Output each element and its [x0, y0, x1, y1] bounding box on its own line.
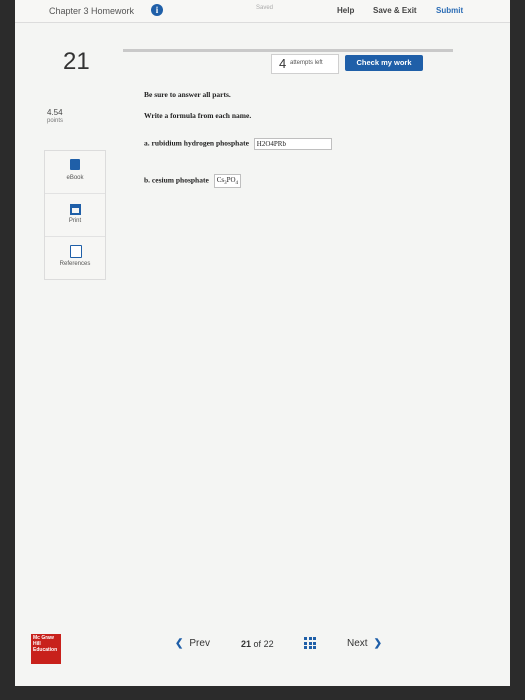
prompt-text: Write a formula from each name. [144, 111, 252, 120]
part-a-answer-field[interactable]: H2O4PRb [253, 138, 332, 150]
instruction-text: Be sure to answer all parts. [144, 90, 231, 99]
submit-button[interactable]: Submit [436, 6, 463, 15]
points-label: points [47, 118, 64, 124]
prev-label: Prev [189, 638, 210, 649]
attempts-label: attempts left [290, 60, 323, 66]
part-b: b. cesium phosphate Cs3PO4 [144, 174, 242, 188]
save-exit-button[interactable]: Save & Exit [373, 6, 417, 15]
page-of: of [253, 639, 262, 649]
sidebar-item-label: Print [68, 218, 82, 224]
sidebar-item-print[interactable]: Print [45, 194, 105, 237]
prev-button[interactable]: ❮ Prev [175, 638, 210, 649]
page-current: 21 [241, 639, 252, 649]
part-b-label: b. cesium phosphate [144, 175, 209, 185]
assignment-title: Chapter 3 Homework [49, 6, 135, 16]
grid-icon[interactable] [304, 637, 316, 649]
references-icon [70, 245, 82, 258]
sidebar-item-references[interactable]: References [45, 237, 105, 279]
part-a-label: a. rubidium hydrogen phosphate [144, 138, 249, 148]
attempts-count: 4 [279, 56, 287, 71]
saved-status: Saved [256, 5, 274, 11]
page-indicator: 21 of 22 [241, 639, 274, 649]
points-value: 4.54 [47, 108, 63, 117]
attempts-indicator: 4 attempts left [271, 54, 339, 74]
chevron-left-icon: ❮ [175, 638, 184, 649]
footer-nav: Mc Graw Hill Education ❮ Prev 21 of 22 Ne… [15, 628, 510, 686]
info-icon[interactable]: i [151, 4, 163, 16]
question-number: 21 [63, 48, 90, 75]
printer-icon [70, 204, 81, 215]
check-my-work-button[interactable]: Check my work [345, 55, 423, 71]
formula-po-subscript: 4 [235, 181, 239, 186]
page-total: 22 [263, 639, 274, 649]
book-icon [70, 159, 80, 170]
part-b-answer-field[interactable]: Cs3PO4 [213, 174, 242, 188]
mcgraw-hill-logo: Mc Graw Hill Education [31, 634, 61, 664]
sidebar-item-label: References [59, 261, 91, 267]
top-bar: Chapter 3 Homework i Saved Help Save & E… [15, 0, 510, 23]
resource-sidebar: eBook Print References [44, 150, 106, 280]
formula-po: PO [226, 176, 236, 184]
divider [123, 49, 453, 52]
next-label: Next [347, 638, 368, 649]
sidebar-item-label: eBook [66, 175, 84, 181]
sidebar-item-ebook[interactable]: eBook [45, 151, 105, 194]
formula-cs: Cs [216, 176, 225, 184]
part-a: a. rubidium hydrogen phosphate H2O4PRb [144, 138, 332, 150]
help-button[interactable]: Help [337, 6, 354, 15]
next-button[interactable]: Next ❯ [347, 638, 382, 649]
screen: Chapter 3 Homework i Saved Help Save & E… [15, 0, 510, 686]
chevron-right-icon: ❯ [373, 638, 382, 649]
